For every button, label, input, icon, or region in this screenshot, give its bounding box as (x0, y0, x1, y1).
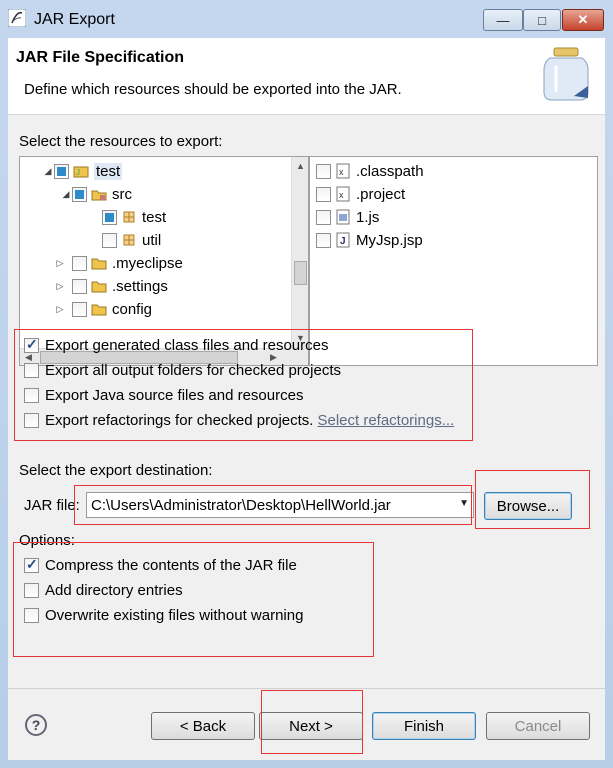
file-checkbox[interactable] (316, 232, 331, 248)
maximize-icon: □ (538, 12, 546, 28)
title-bar[interactable]: JAR Export — □ ✕ (0, 0, 613, 38)
svg-text:J: J (340, 236, 346, 247)
tree-vertical-scrollbar[interactable]: ▲ ▼ (291, 157, 308, 348)
package-icon (121, 232, 137, 248)
scroll-thumb[interactable] (294, 261, 307, 285)
list-item[interactable]: 1.js (316, 206, 379, 228)
expand-icon[interactable]: ▷ (54, 281, 66, 292)
cancel-button-label: Cancel (514, 717, 562, 735)
tree-checkbox[interactable] (72, 278, 87, 294)
tree-checkbox[interactable] (72, 186, 87, 202)
minimize-button[interactable]: — (483, 9, 523, 31)
page-title: JAR File Specification (16, 49, 185, 66)
tree-checkbox[interactable] (54, 163, 69, 179)
source-folder-icon (91, 186, 107, 202)
tree-item-label: .settings (112, 277, 168, 295)
jar-icon (543, 47, 589, 101)
scroll-up-icon[interactable]: ▲ (296, 161, 305, 171)
window-title: JAR Export (34, 11, 115, 28)
xml-file-icon: x (335, 186, 351, 202)
package-icon (121, 209, 137, 225)
highlight-box (74, 485, 472, 525)
jar-export-window: JAR Export — □ ✕ JAR File Specification … (0, 0, 613, 768)
highlight-box (261, 690, 363, 754)
expand-icon[interactable]: ◢ (60, 189, 72, 200)
file-label: .project (356, 185, 406, 203)
dialog-client: JAR File Specification Define which reso… (8, 38, 605, 760)
tree-item-label: util (142, 231, 162, 249)
eclipse-app-icon (8, 9, 26, 27)
close-icon: ✕ (577, 12, 589, 27)
svg-text:x: x (339, 167, 344, 177)
file-label: 1.js (356, 208, 380, 226)
list-item[interactable]: x .classpath (316, 160, 424, 182)
project-icon: J (73, 163, 89, 179)
js-file-icon (335, 209, 351, 225)
highlight-box (13, 542, 374, 657)
file-label: .classpath (356, 162, 424, 180)
wizard-header: JAR File Specification Define which reso… (8, 38, 605, 115)
folder-icon (91, 278, 107, 294)
file-checkbox[interactable] (316, 209, 331, 225)
minimize-icon: — (496, 12, 510, 28)
xml-file-icon: x (335, 163, 351, 179)
tree-item-package-test[interactable]: test (90, 206, 166, 228)
cancel-button[interactable]: Cancel (486, 712, 590, 740)
close-button[interactable]: ✕ (562, 9, 604, 31)
footer-separator (8, 688, 605, 689)
folder-icon (91, 301, 107, 317)
jsp-file-icon: J (335, 232, 351, 248)
resources-label: Select the resources to export: (19, 133, 223, 150)
folder-icon (91, 255, 107, 271)
expand-icon[interactable]: ◢ (42, 166, 54, 177)
list-item[interactable]: J MyJsp.jsp (316, 229, 423, 251)
highlight-box (14, 329, 473, 441)
list-item[interactable]: x .project (316, 183, 405, 205)
page-description: Define which resources should be exporte… (24, 81, 402, 98)
tree-item-label: test (94, 162, 123, 180)
tree-item-myeclipse[interactable]: ▷ .myeclipse (54, 252, 183, 274)
file-checkbox[interactable] (316, 163, 331, 179)
destination-label: Select the export destination: (19, 462, 213, 479)
tree-item-config[interactable]: ▷ config (54, 298, 153, 320)
back-button[interactable]: < Back (151, 712, 255, 740)
svg-text:J: J (76, 168, 80, 177)
finish-button[interactable]: Finish (372, 712, 476, 740)
jar-file-label: JAR file: (24, 497, 80, 514)
tree-checkbox[interactable] (102, 232, 117, 248)
tree-item-test-project[interactable]: ◢ J test (42, 160, 123, 182)
tree-item-package-util[interactable]: util (90, 229, 161, 251)
tree-checkbox[interactable] (102, 209, 117, 225)
tree-item-label: .myeclipse (112, 254, 183, 272)
tree-item-label: test (142, 208, 167, 226)
help-icon[interactable]: ? (25, 714, 47, 736)
maximize-button[interactable]: □ (523, 9, 561, 31)
file-checkbox[interactable] (316, 186, 331, 202)
tree-checkbox[interactable] (72, 255, 87, 271)
highlight-box (475, 470, 590, 529)
tree-checkbox[interactable] (72, 301, 87, 317)
file-label: MyJsp.jsp (356, 231, 423, 249)
tree-item-settings[interactable]: ▷ .settings (54, 275, 168, 297)
expand-icon[interactable]: ▷ (54, 258, 66, 269)
tree-item-label: src (112, 185, 132, 203)
svg-text:x: x (339, 190, 344, 200)
back-button-label: < Back (179, 717, 227, 735)
expand-icon[interactable]: ▷ (54, 304, 66, 315)
tree-item-label: config (112, 300, 153, 318)
tree-item-src[interactable]: ◢ src (60, 183, 132, 205)
finish-button-label: Finish (403, 717, 444, 735)
